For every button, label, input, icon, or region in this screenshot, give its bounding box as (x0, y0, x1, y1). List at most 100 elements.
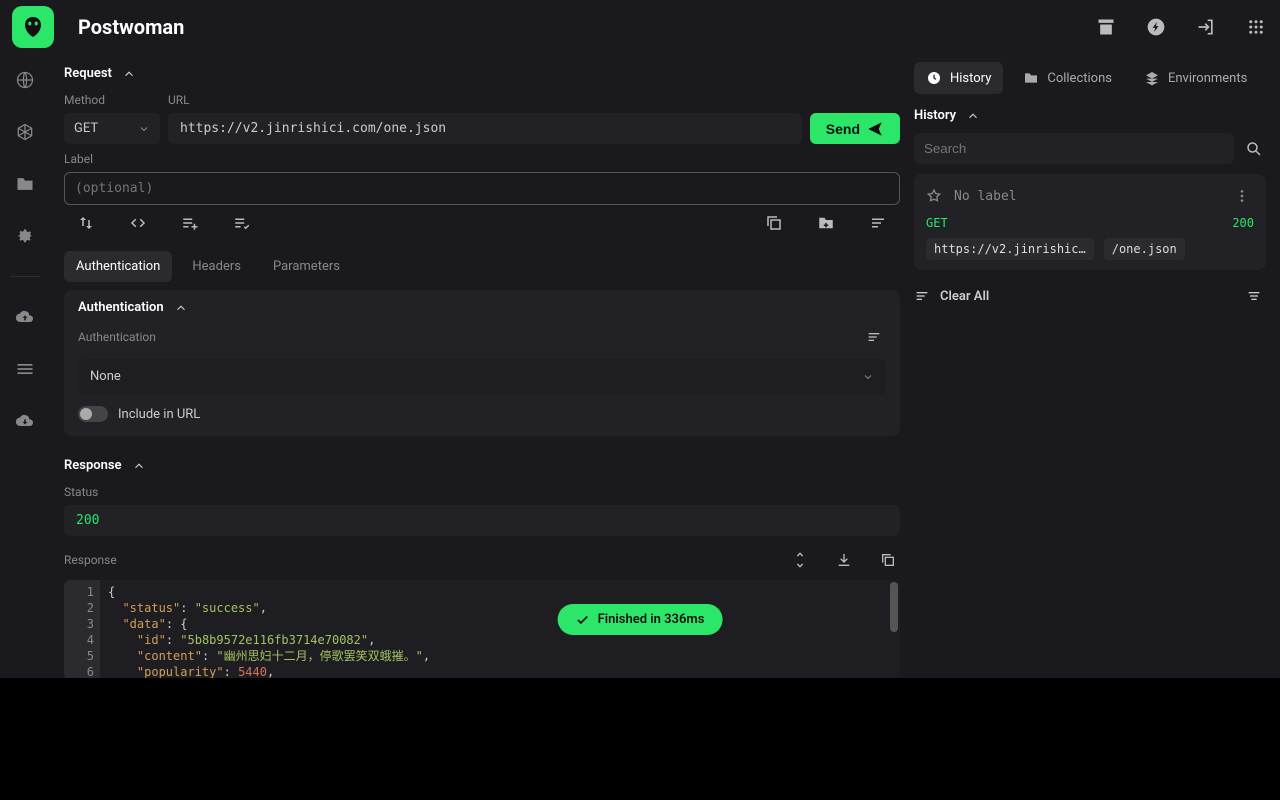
right-pane: History Collections Environments History… (914, 54, 1280, 678)
history-item-label: No label (954, 189, 1017, 204)
label-input[interactable] (64, 172, 900, 205)
tab-environments[interactable]: Environments (1132, 62, 1259, 94)
clock-icon (926, 70, 942, 86)
response-section-header[interactable]: Response (64, 454, 900, 477)
request-toolbar (64, 205, 900, 245)
auth-panel: Authentication Authentication None Inclu… (64, 290, 900, 436)
chevron-up-icon (132, 459, 146, 473)
menu-icon[interactable] (13, 357, 37, 381)
chevron-down-icon (862, 371, 874, 383)
main-pane: Request Method URL GET Send Label (50, 54, 914, 678)
sort-icon[interactable] (1242, 284, 1266, 308)
status-box: 200 (64, 505, 900, 536)
auth-value: None (90, 369, 121, 384)
request-section-label: Request (64, 66, 112, 81)
include-url-toggle[interactable] (78, 406, 108, 422)
login-icon[interactable] (1194, 15, 1218, 39)
chevron-up-icon (966, 109, 980, 123)
code-gutter: 1 2 3 4 5 6 (64, 580, 100, 678)
history-item-status: 200 (1232, 216, 1254, 230)
graphql-icon[interactable] (13, 120, 37, 144)
scrollbar-thumb[interactable] (890, 582, 898, 632)
notes-icon[interactable] (862, 325, 886, 349)
history-search-input[interactable] (914, 133, 1234, 164)
alien-icon (21, 15, 45, 39)
star-icon[interactable] (926, 188, 942, 204)
notes-icon[interactable] (866, 211, 890, 235)
app-title: Postwoman (78, 15, 184, 39)
request-section-header[interactable]: Request (64, 62, 900, 85)
apps-icon[interactable] (1244, 15, 1268, 39)
history-item[interactable]: No label GET 200 https://v2.jinrishic… /… (914, 174, 1266, 270)
tab-collections-label: Collections (1047, 71, 1112, 86)
folder-icon[interactable] (13, 172, 37, 196)
send-button[interactable]: Send (810, 113, 900, 144)
tab-environments-label: Environments (1168, 71, 1247, 86)
history-section-label: History (914, 108, 956, 123)
status-value: 200 (76, 513, 99, 528)
gear-icon[interactable] (13, 224, 37, 248)
auth-section-label: Authentication (78, 300, 164, 315)
toast: Finished in 336ms (558, 604, 723, 635)
bolt-icon[interactable] (1144, 15, 1168, 39)
auth-select[interactable]: None (78, 359, 886, 394)
chevron-up-icon (122, 67, 136, 81)
bottom-region (0, 678, 1280, 800)
sidebar-divider (10, 276, 40, 277)
notes-icon (914, 288, 930, 304)
auth-field-label: Authentication (78, 330, 156, 344)
code-body: { "status": "success", "data": { "id": "… (100, 580, 900, 678)
chevron-up-icon (174, 301, 188, 315)
request-tabs: Authentication Headers Parameters (64, 251, 900, 282)
history-item-host: https://v2.jinrishic… (926, 238, 1094, 260)
send-icon (866, 120, 884, 138)
check-icon (576, 613, 590, 627)
cloud-download-icon[interactable] (13, 409, 37, 433)
layers-icon (1144, 70, 1160, 86)
chevron-down-icon (138, 123, 150, 135)
tab-collections[interactable]: Collections (1011, 62, 1124, 94)
clear-all-button[interactable]: Clear All (940, 289, 989, 304)
tab-headers[interactable]: Headers (180, 251, 253, 282)
folder-icon (1023, 70, 1039, 86)
globe-icon[interactable] (13, 68, 37, 92)
download-icon[interactable] (832, 548, 856, 572)
send-label: Send (826, 121, 860, 137)
history-item-method: GET (926, 216, 948, 230)
new-folder-icon[interactable] (814, 211, 838, 235)
copy-icon[interactable] (876, 548, 900, 572)
right-tabs: History Collections Environments (914, 62, 1266, 94)
label-label: Label (64, 152, 900, 166)
app-logo[interactable] (12, 6, 54, 48)
playlist-check-icon[interactable] (230, 211, 254, 235)
toast-text: Finished in 336ms (598, 612, 705, 627)
method-label: Method (64, 93, 160, 107)
auth-section-header[interactable]: Authentication (78, 300, 886, 315)
copy-icon[interactable] (762, 211, 786, 235)
tab-history[interactable]: History (914, 62, 1003, 94)
response-body-label: Response (64, 553, 117, 567)
search-icon[interactable] (1242, 137, 1266, 161)
history-section-header[interactable]: History (914, 104, 1266, 127)
history-item-path: /one.json (1104, 238, 1185, 260)
topbar: Postwoman (0, 0, 1280, 54)
code-icon[interactable] (126, 211, 150, 235)
swap-vert-icon[interactable] (74, 211, 98, 235)
archive-icon[interactable] (1094, 15, 1118, 39)
response-body[interactable]: 1 2 3 4 5 6 { "status": "success", "data… (64, 580, 900, 678)
tab-authentication[interactable]: Authentication (64, 251, 172, 282)
response-section-label: Response (64, 458, 122, 473)
status-label: Status (64, 485, 900, 499)
include-url-label: Include in URL (118, 407, 200, 422)
url-label: URL (168, 93, 806, 107)
more-icon[interactable] (1230, 184, 1254, 208)
tab-parameters[interactable]: Parameters (261, 251, 352, 282)
sidebar (0, 54, 50, 678)
method-select[interactable]: GET (64, 113, 160, 144)
tab-history-label: History (950, 71, 991, 86)
playlist-add-icon[interactable] (178, 211, 202, 235)
cloud-upload-icon[interactable] (13, 305, 37, 329)
expand-icon[interactable] (788, 548, 812, 572)
url-input[interactable] (168, 113, 802, 144)
method-value: GET (74, 121, 98, 136)
